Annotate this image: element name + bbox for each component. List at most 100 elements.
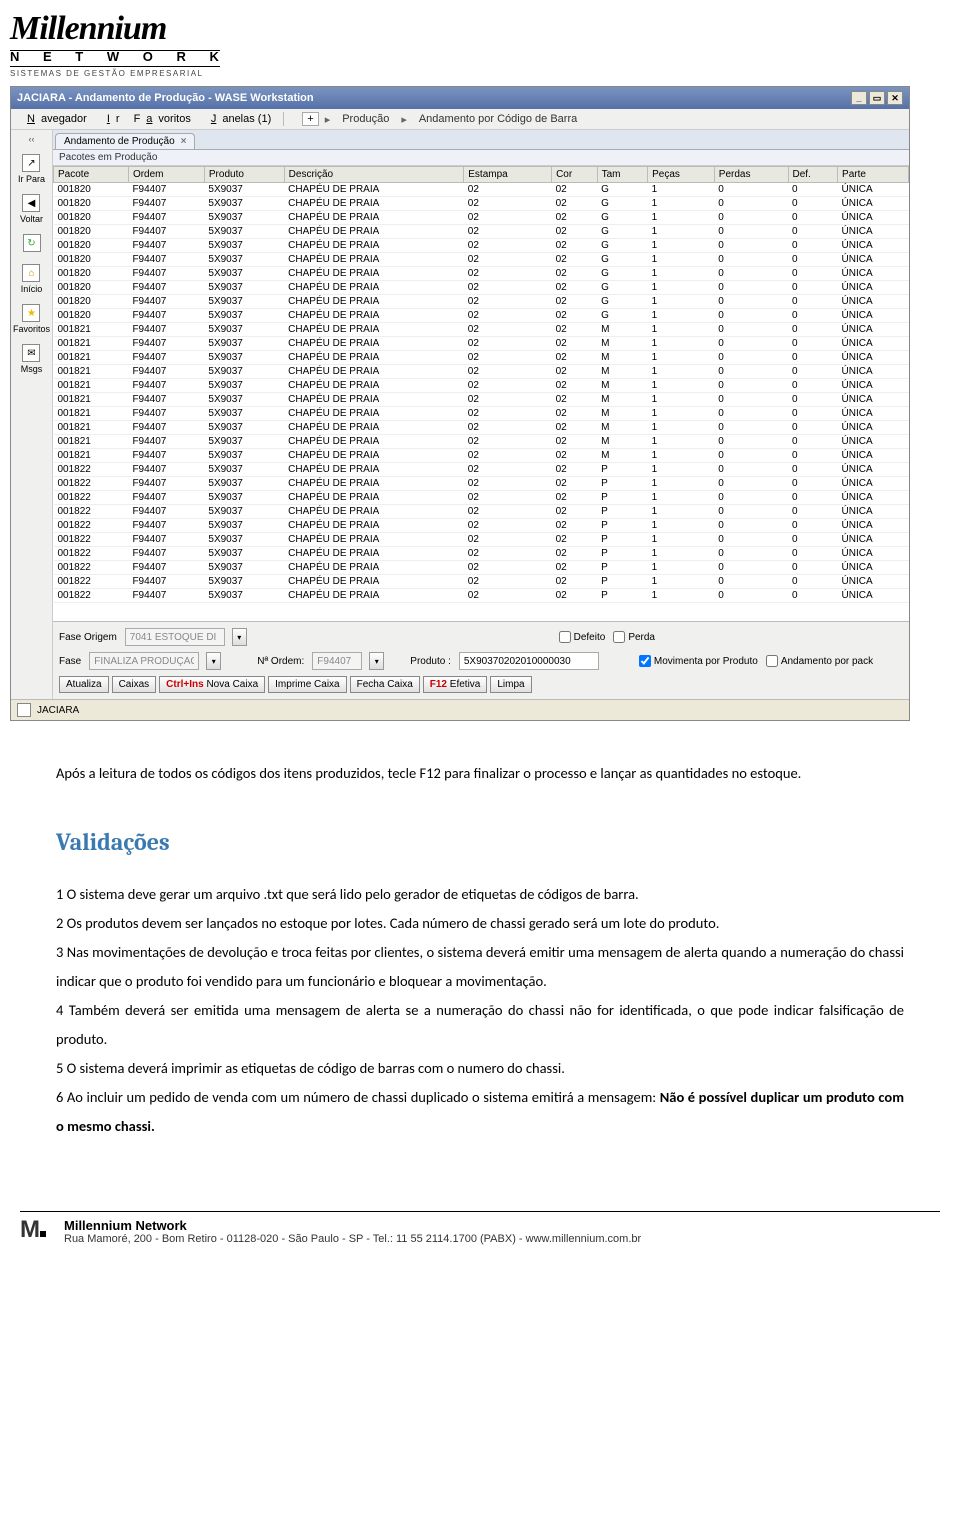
ordem-input[interactable]: [312, 652, 362, 670]
table-row[interactable]: 001821F944075X9037CHAPÉU DE PRAIA0202M10…: [54, 365, 909, 379]
perda-checkbox[interactable]: Perda: [613, 631, 655, 643]
movimenta-checkbox[interactable]: Movimenta por Produto: [639, 655, 758, 667]
table-row[interactable]: 001822F944075X9037CHAPÉU DE PRAIA0202P10…: [54, 477, 909, 491]
footer: M Millennium Network Rua Mamoré, 200 - B…: [20, 1211, 940, 1245]
table-row[interactable]: 001820F944075X9037CHAPÉU DE PRAIA0202G10…: [54, 211, 909, 225]
fase-origem-input[interactable]: [125, 628, 225, 646]
table-row[interactable]: 001821F944075X9037CHAPÉU DE PRAIA0202M10…: [54, 323, 909, 337]
fase-input[interactable]: [89, 652, 199, 670]
produto-input[interactable]: [459, 652, 599, 670]
menu-ir[interactable]: Ir: [95, 111, 126, 127]
breadcrumb-arrow-icon: ▸: [321, 113, 335, 126]
efetiva-button[interactable]: F12 Efetiva: [423, 676, 488, 693]
table-row[interactable]: 001820F944075X9037CHAPÉU DE PRAIA0202G10…: [54, 183, 909, 197]
col-header[interactable]: Tam: [597, 167, 648, 183]
refresh-icon: ↻: [23, 234, 41, 252]
caixas-button[interactable]: Caixas: [112, 676, 157, 693]
table-row[interactable]: 001820F944075X9037CHAPÉU DE PRAIA0202G10…: [54, 295, 909, 309]
mail-icon: ✉: [22, 344, 40, 362]
fase-origem-label: Fase Origem: [59, 632, 117, 643]
col-header[interactable]: Pacote: [54, 167, 129, 183]
star-icon: ★: [22, 304, 40, 322]
tab-andamento[interactable]: Andamento de Produção ×: [55, 133, 195, 149]
doc-p1: Após a leitura de todos os códigos dos i…: [56, 759, 904, 788]
user-icon: [17, 703, 31, 717]
menu-janelas[interactable]: Janelas (1): [199, 111, 277, 127]
sidebar-irpara[interactable]: ↗ Ir Para: [18, 154, 45, 184]
col-header[interactable]: Def.: [788, 167, 838, 183]
menu-favoritos[interactable]: Favoritos: [128, 111, 197, 127]
col-header[interactable]: Parte: [838, 167, 909, 183]
table-row[interactable]: 001821F944075X9037CHAPÉU DE PRAIA0202M10…: [54, 435, 909, 449]
close-button[interactable]: ✕: [887, 91, 903, 105]
table-row[interactable]: 001822F944075X9037CHAPÉU DE PRAIA0202P10…: [54, 533, 909, 547]
maximize-button[interactable]: ▭: [869, 91, 885, 105]
table-row[interactable]: 001822F944075X9037CHAPÉU DE PRAIA0202P10…: [54, 463, 909, 477]
ordem-dropdown[interactable]: ▾: [369, 652, 384, 670]
window-title: JACIARA - Andamento de Produção - WASE W…: [17, 92, 314, 104]
table-row[interactable]: 001821F944075X9037CHAPÉU DE PRAIA0202M10…: [54, 449, 909, 463]
table-row[interactable]: 001822F944075X9037CHAPÉU DE PRAIA0202P10…: [54, 547, 909, 561]
doc-p6: 5 O sistema deverá imprimir as etiquetas…: [56, 1054, 904, 1083]
table-row[interactable]: 001820F944075X9037CHAPÉU DE PRAIA0202G10…: [54, 197, 909, 211]
sidebar-favoritos[interactable]: ★ Favoritos: [13, 304, 50, 334]
table-row[interactable]: 001822F944075X9037CHAPÉU DE PRAIA0202P10…: [54, 519, 909, 533]
table-row[interactable]: 001821F944075X9037CHAPÉU DE PRAIA0202M10…: [54, 351, 909, 365]
doc-p7: 6 Ao incluir um pedido de venda com um n…: [56, 1083, 904, 1141]
titlebar: JACIARA - Andamento de Produção - WASE W…: [11, 87, 909, 109]
fase-dropdown[interactable]: ▾: [206, 652, 221, 670]
menu-navegador[interactable]: Navegador: [15, 111, 93, 127]
pacotes-grid[interactable]: PacoteOrdemProdutoDescriçãoEstampaCorTam…: [53, 166, 909, 603]
doc-p4: 3 Nas movimentações de devolução e troca…: [56, 938, 904, 996]
table-row[interactable]: 001822F944075X9037CHAPÉU DE PRAIA0202P10…: [54, 491, 909, 505]
fecha-button[interactable]: Fecha Caixa: [350, 676, 420, 693]
status-user: JACIARA: [37, 705, 79, 716]
sidebar-inicio[interactable]: ⌂ Início: [21, 264, 43, 294]
table-row[interactable]: 001821F944075X9037CHAPÉU DE PRAIA0202M10…: [54, 379, 909, 393]
col-header[interactable]: Peças: [648, 167, 715, 183]
table-row[interactable]: 001822F944075X9037CHAPÉU DE PRAIA0202P10…: [54, 505, 909, 519]
col-header[interactable]: Perdas: [714, 167, 788, 183]
col-header[interactable]: Descrição: [284, 167, 464, 183]
col-header[interactable]: Estampa: [464, 167, 552, 183]
footer-logo-icon: M: [20, 1219, 52, 1245]
main-area: Andamento de Produção × Pacotes em Produ…: [53, 130, 909, 699]
sidebar-collapse-icon[interactable]: ‹‹: [25, 134, 39, 144]
col-header[interactable]: Produto: [204, 167, 284, 183]
table-row[interactable]: 001820F944075X9037CHAPÉU DE PRAIA0202G10…: [54, 281, 909, 295]
col-header[interactable]: Cor: [552, 167, 598, 183]
minimize-button[interactable]: _: [851, 91, 867, 105]
sidebar-msgs[interactable]: ✉ Msgs: [21, 344, 43, 374]
col-header[interactable]: Ordem: [128, 167, 204, 183]
table-row[interactable]: 001821F944075X9037CHAPÉU DE PRAIA0202M10…: [54, 407, 909, 421]
breadcrumb-andamento[interactable]: Andamento por Código de Barra: [413, 111, 583, 127]
tab-close-icon[interactable]: ×: [181, 136, 187, 147]
table-row[interactable]: 001820F944075X9037CHAPÉU DE PRAIA0202G10…: [54, 253, 909, 267]
menu-add-button[interactable]: +: [302, 112, 318, 126]
table-row[interactable]: 001821F944075X9037CHAPÉU DE PRAIA0202M10…: [54, 393, 909, 407]
document-body: Após a leitura de todos os códigos dos i…: [0, 729, 960, 1171]
table-row[interactable]: 001822F944075X9037CHAPÉU DE PRAIA0202P10…: [54, 589, 909, 603]
table-row[interactable]: 001821F944075X9037CHAPÉU DE PRAIA0202M10…: [54, 337, 909, 351]
sidebar-refresh[interactable]: ↻: [23, 234, 41, 254]
novacaixa-button[interactable]: Ctrl+Ins Nova Caixa: [159, 676, 265, 693]
fase-origem-dropdown[interactable]: ▾: [232, 628, 247, 646]
doc-heading: Validações: [56, 818, 904, 866]
defeito-checkbox[interactable]: Defeito: [559, 631, 606, 643]
sidebar-voltar[interactable]: ◀ Voltar: [20, 194, 43, 224]
table-row[interactable]: 001820F944075X9037CHAPÉU DE PRAIA0202G10…: [54, 225, 909, 239]
imprime-button[interactable]: Imprime Caixa: [268, 676, 346, 693]
limpa-button[interactable]: Limpa: [490, 676, 531, 693]
table-row[interactable]: 001822F944075X9037CHAPÉU DE PRAIA0202P10…: [54, 575, 909, 589]
table-row[interactable]: 001822F944075X9037CHAPÉU DE PRAIA0202P10…: [54, 561, 909, 575]
atualiza-button[interactable]: Atualiza: [59, 676, 109, 693]
form-area: Fase Origem ▾ Defeito Perda Fase ▾ Nª Or…: [53, 621, 909, 699]
table-row[interactable]: 001820F944075X9037CHAPÉU DE PRAIA0202G10…: [54, 309, 909, 323]
andamento-pack-checkbox[interactable]: Andamento por pack: [766, 655, 873, 667]
table-row[interactable]: 001820F944075X9037CHAPÉU DE PRAIA0202G10…: [54, 267, 909, 281]
breadcrumb-producao[interactable]: Produção: [336, 111, 395, 127]
footer-brand: Millennium Network: [64, 1218, 641, 1233]
table-row[interactable]: 001820F944075X9037CHAPÉU DE PRAIA0202G10…: [54, 239, 909, 253]
table-row[interactable]: 001821F944075X9037CHAPÉU DE PRAIA0202M10…: [54, 421, 909, 435]
home-icon: ⌂: [22, 264, 40, 282]
